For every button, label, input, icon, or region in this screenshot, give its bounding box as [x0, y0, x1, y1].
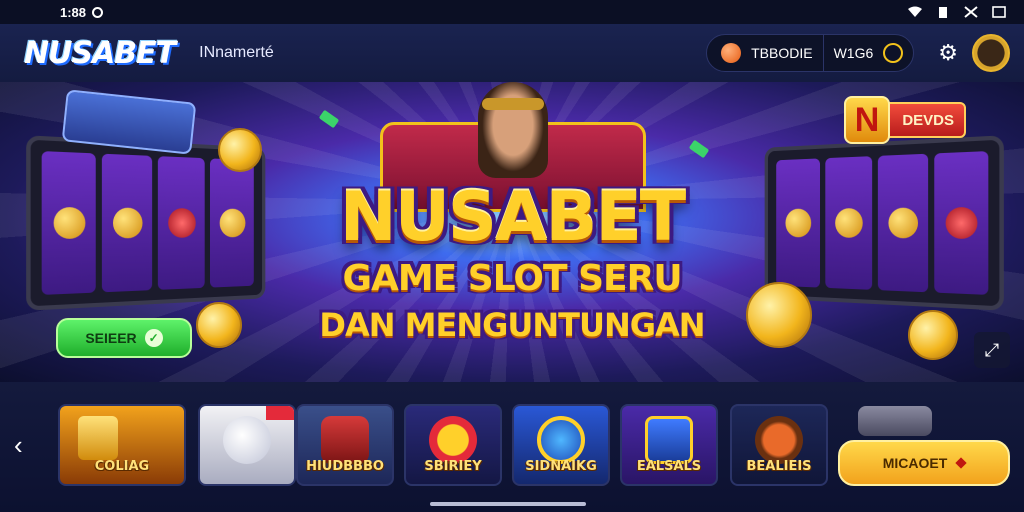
status-time: 1:88: [60, 4, 87, 20]
app-root: 1:88 NUSABET INnamerté TBBODIE W1G6 ⚙ N …: [0, 0, 1024, 512]
lightning-icon: [537, 416, 585, 464]
game-tile-label: SIDNAIKG: [525, 459, 597, 474]
yellow-cta-label: MICAOET: [882, 455, 948, 471]
diamond-icon: [955, 457, 967, 469]
brand-logo[interactable]: NUSABET: [24, 36, 176, 71]
game-strip: ‹ COLIAG HIUDBBBO SBIRIEY SIDNAIKG EALSA…: [0, 382, 1024, 512]
game-tile-label: EALSALS: [636, 459, 702, 474]
collapse-icon[interactable]: ⤢: [974, 332, 1010, 368]
game-tile-label: SBIRIEY: [424, 459, 482, 474]
banner-title: NUSABET: [339, 178, 686, 257]
game-tile-label: COLIAG: [94, 459, 150, 474]
signal-off-icon: [964, 6, 978, 18]
yellow-cta-button[interactable]: MICAOET: [838, 440, 1010, 486]
status-icons: [908, 6, 1006, 18]
coin-n-icon: [78, 416, 118, 460]
cast-icon: [992, 6, 1006, 18]
balance-amount: W1G6: [833, 45, 874, 61]
hero-character: [478, 82, 548, 178]
game-tile[interactable]: BEALIEIS: [730, 404, 828, 486]
n-badge: N: [844, 96, 890, 144]
status-bar: 1:88: [0, 0, 1024, 24]
game-tile-label: BEALIEIS: [746, 459, 812, 474]
home-indicator[interactable]: [430, 502, 586, 506]
game-tile-partial[interactable]: [858, 406, 932, 436]
game-tile[interactable]: HIUDBBBO: [296, 404, 394, 486]
battery-icon: [939, 7, 947, 18]
balance-pill[interactable]: TBBODIE W1G6: [706, 34, 915, 72]
right-sign: N DEVDS: [844, 96, 966, 144]
promo-banner[interactable]: N DEVDS NUSABET GAME SLOT SERU DAN MENGU…: [0, 82, 1024, 382]
bag-icon: [321, 416, 369, 464]
coin-icon: [218, 128, 262, 172]
game-tile[interactable]: SIDNAIKG: [512, 404, 610, 486]
wifi-icon: [908, 6, 922, 17]
app-header: NUSABET INnamerté TBBODIE W1G6 ⚙: [0, 24, 1024, 82]
clock-icon: [92, 6, 104, 18]
game-tile-label: HIUDBBBO: [306, 459, 384, 474]
divider: [822, 34, 824, 72]
seven-icon: [429, 416, 477, 464]
game-tile[interactable]: EALSALS: [620, 404, 718, 486]
gear-icon[interactable]: ⚙: [938, 40, 958, 66]
game-tile[interactable]: COLIAG: [58, 404, 186, 486]
coin-icon: [721, 43, 742, 63]
avatar[interactable]: [972, 34, 1010, 72]
ribbon-badge: [266, 406, 294, 420]
game-tile[interactable]: SBIRIEY: [404, 404, 502, 486]
banner-subtitle-1: GAME SLOT SERU: [342, 258, 682, 299]
chevron-left-icon[interactable]: ‹: [14, 430, 23, 461]
right-sign-label: DEVDS: [902, 111, 954, 129]
green-cta-label: SEIEER: [85, 330, 137, 346]
username: INnamerté: [199, 44, 274, 61]
chevron-down-icon: ✓: [144, 329, 163, 347]
green-cta-button[interactable]: SEIEER ✓: [56, 318, 192, 358]
shell-icon: [223, 416, 271, 464]
game-tile[interactable]: [198, 404, 296, 486]
card-icon: [645, 416, 693, 464]
balance-label: TBBODIE: [751, 45, 813, 61]
drum-icon: [755, 416, 803, 464]
gold-ring-icon[interactable]: [883, 43, 904, 63]
